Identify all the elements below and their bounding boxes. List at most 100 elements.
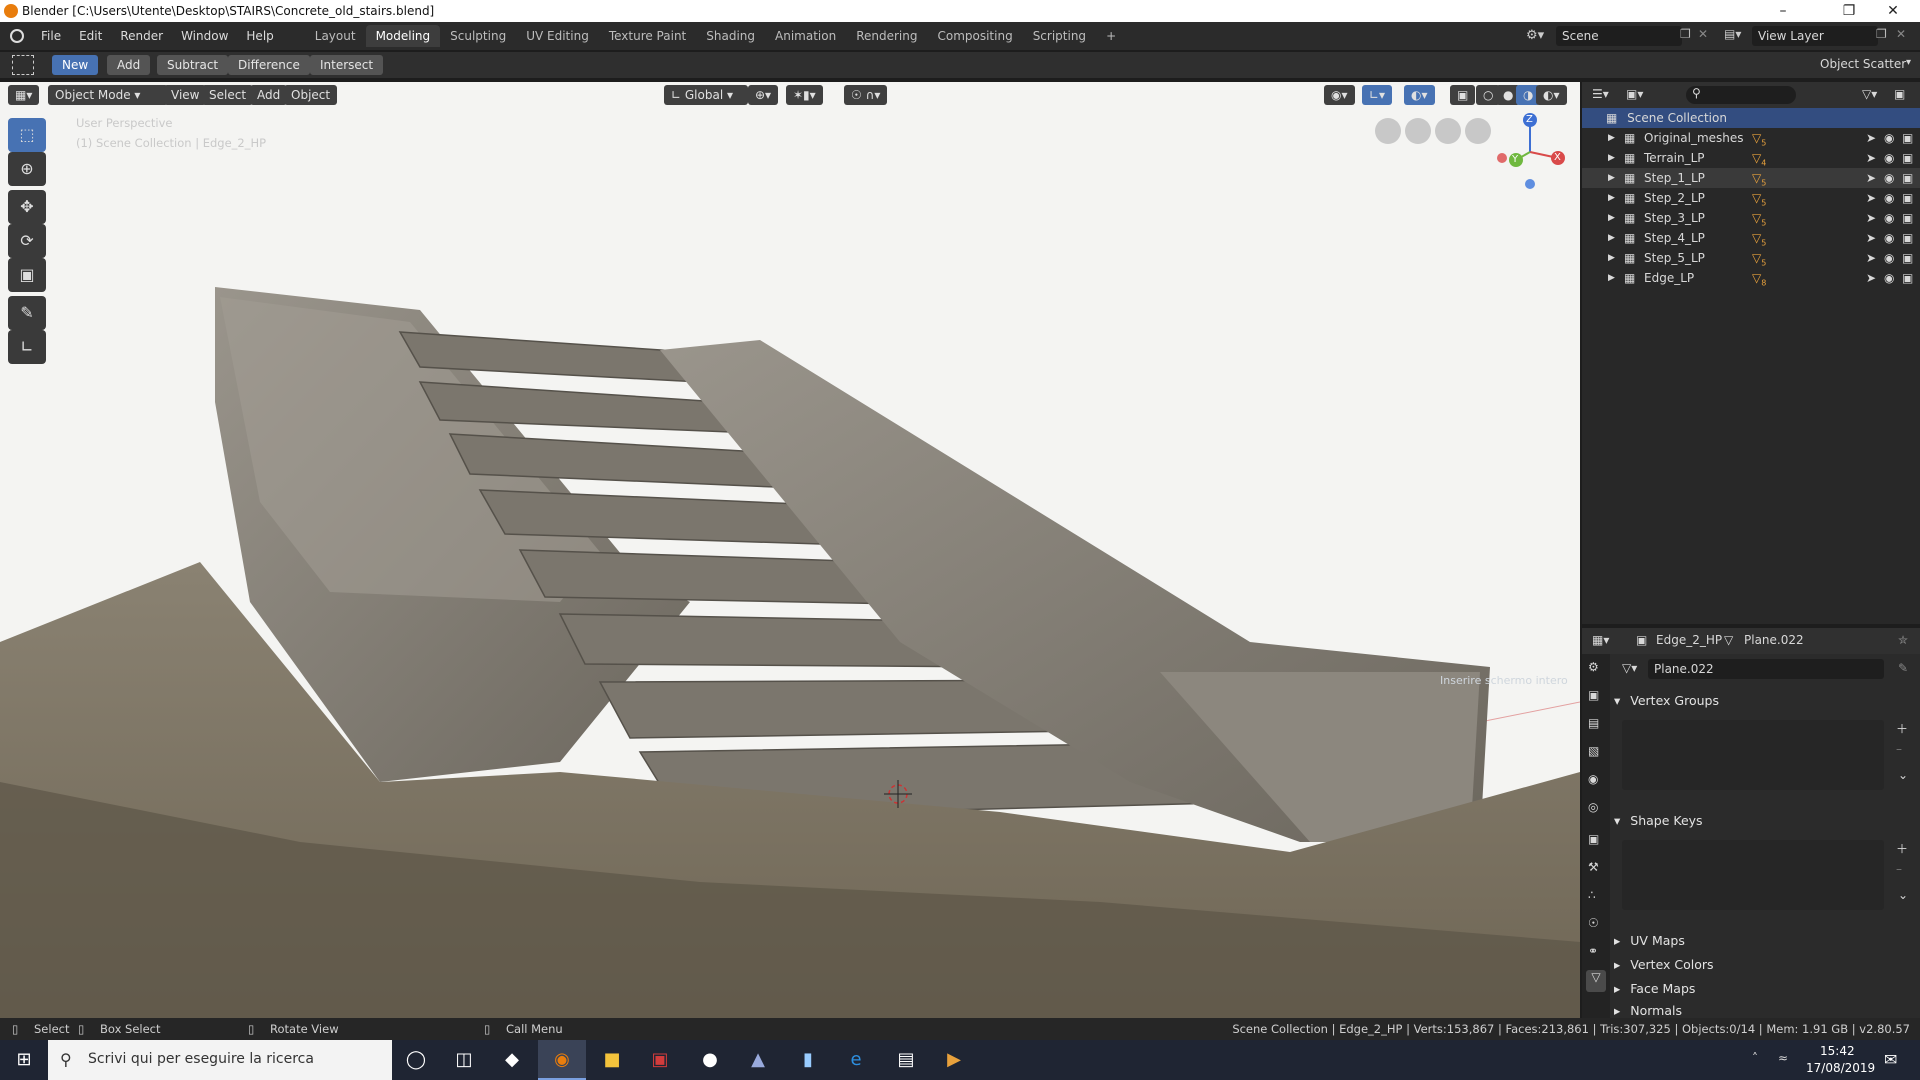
photo-app-icon[interactable]: ▲ [734,1040,782,1080]
vertex-groups-list[interactable] [1622,720,1884,790]
editor-type-icon[interactable]: ▦▾ [8,85,40,105]
object-scatter-menu[interactable]: Object Scatter [1820,57,1906,71]
measure-tool-icon[interactable]: ∟ [8,330,46,364]
3d-viewport[interactable]: User Perspective (1) Scene Collection | … [0,82,1580,1018]
object-tab-icon[interactable]: ▣ [1588,832,1599,846]
boolean-add-button[interactable]: Add [107,55,151,75]
shape-key-add-icon[interactable]: ＋ [1896,840,1908,857]
visibility-eye-icon[interactable]: ◉ [1884,268,1894,288]
tab-compositing[interactable]: Compositing [927,25,1022,47]
pivot-point-icon[interactable]: ⊕▾ [748,85,779,105]
uv-maps-panel-header[interactable]: ▸ UV Maps [1614,930,1914,952]
meshroom-app-icon[interactable]: ● [686,1040,734,1080]
selectable-toggle-icon[interactable]: ➤ [1866,148,1876,168]
selectable-toggle-icon[interactable]: ➤ [1866,128,1876,148]
visibility-eye-icon[interactable]: ◉ [1884,228,1894,248]
vertex-group-remove-icon[interactable]: – [1896,742,1902,756]
select-box-tool-icon[interactable]: ⬚ [8,118,46,152]
vertex-groups-panel-header[interactable]: ▾ Vertex Groups [1614,690,1914,712]
rotate-tool-icon[interactable]: ⟳ [8,224,46,258]
clock-time[interactable]: 15:42 [1820,1044,1855,1058]
tab-rendering[interactable]: Rendering [846,25,927,47]
expand-arrow-icon[interactable]: ▶ [1608,128,1615,148]
tab-layout[interactable]: Layout [305,25,366,47]
camera-view-icon[interactable] [1405,118,1431,144]
notes-app-icon[interactable]: ▮ [784,1040,832,1080]
expand-arrow-icon[interactable]: ▶ [1608,228,1615,248]
filter-view-icon[interactable]: ▣▾ [1626,87,1643,101]
rendered-shading-icon[interactable]: ◐▾ [1536,85,1567,105]
world-tab-icon[interactable]: ◎ [1588,800,1598,814]
outliner-item[interactable]: ▶ ▦ Step_2_LP ▽5 ➤ ◉ ▣ [1582,188,1920,208]
gizmo-toggle-icon[interactable]: ∟▾ [1362,85,1393,105]
filter-icon[interactable]: ▽▾ [1862,87,1877,101]
overlay-toggle-icon[interactable]: ◐▾ [1404,85,1435,105]
vertex-group-add-icon[interactable]: ＋ [1896,720,1908,737]
restore-button[interactable]: ❐ [1826,0,1872,22]
tab-texture-paint[interactable]: Texture Paint [599,25,696,47]
transform-orientation-dropdown[interactable]: ∟ Global ▾ [664,85,748,105]
new-collection-icon[interactable]: ▣ [1894,87,1905,101]
vertex-colors-panel-header[interactable]: ▸ Vertex Colors [1614,954,1914,976]
tab-uv-editing[interactable]: UV Editing [516,25,599,47]
menu-help[interactable]: Help [237,22,282,50]
render-tab-icon[interactable]: ▣ [1588,688,1599,702]
grid-view-icon[interactable] [1375,118,1401,144]
task-view-icon[interactable]: ◫ [440,1040,488,1080]
delete-scene-icon[interactable]: ✕ [1698,27,1708,41]
vertex-group-menu-icon[interactable]: ⌄ [1898,768,1908,782]
render-camera-icon[interactable]: ▣ [1902,188,1913,208]
mesh-datablock-icon[interactable]: ▽▾ [1622,661,1637,675]
tray-overflow-icon[interactable]: ˄ [1752,1051,1758,1065]
scene-tab-icon[interactable]: ◉ [1588,772,1598,786]
boolean-difference-button[interactable]: Difference [228,55,310,75]
boolean-intersect-button[interactable]: Intersect [310,55,384,75]
proportional-editing-icon[interactable]: ☉ ∩▾ [844,85,888,105]
outliner-item[interactable]: ▶ ▦ Original_meshes ▽5 ➤ ◉ ▣ [1582,128,1920,148]
view-menu[interactable]: View [164,85,207,105]
new-scene-icon[interactable]: ❐ [1680,27,1691,41]
menu-edit[interactable]: Edit [70,22,111,50]
expand-arrow-icon[interactable]: ▶ [1608,248,1615,268]
mesh-datablock-field[interactable]: Plane.022 [1648,659,1884,679]
view-layer-tab-icon[interactable]: ▧ [1588,744,1599,758]
network-icon[interactable]: ≈ [1778,1051,1788,1065]
xray-toggle-icon[interactable]: ▣ [1450,85,1476,105]
physics-tab-icon[interactable]: ☉ [1588,916,1599,930]
windows-start-icon[interactable]: ⊞ [0,1040,48,1080]
add-workspace-button[interactable]: + [1096,25,1126,47]
fake-user-icon[interactable]: ✎ [1898,661,1908,675]
constraints-tab-icon[interactable]: ⚭ [1588,944,1598,958]
visibility-eye-icon[interactable]: ◉ [1884,148,1894,168]
boolean-subtract-button[interactable]: Subtract [157,55,229,75]
output-tab-icon[interactable]: ▤ [1588,716,1599,730]
scene-icon[interactable]: ⚙▾ [1526,28,1544,43]
printer-app-icon[interactable]: ▤ [882,1040,930,1080]
selectable-toggle-icon[interactable]: ➤ [1866,168,1876,188]
properties-editor-icon[interactable]: ▦▾ [1592,633,1609,647]
visibility-eye-icon[interactable]: ◉ [1884,188,1894,208]
outliner-item[interactable]: ▶ ▦ Step_3_LP ▽5 ➤ ◉ ▣ [1582,208,1920,228]
outliner-search-input[interactable] [1686,86,1796,104]
active-tool-icon[interactable] [12,55,34,75]
visibility-icon[interactable]: ◉▾ [1324,85,1355,105]
clock-date[interactable]: 17/08/2019 [1806,1061,1875,1075]
expand-arrow-icon[interactable]: ▶ [1608,208,1615,228]
tab-sculpting[interactable]: Sculpting [440,25,516,47]
outliner-item[interactable]: ▶ ▦ Terrain_LP ▽4 ➤ ◉ ▣ [1582,148,1920,168]
snap-icon[interactable]: ✶▮▾ [786,85,823,105]
render-camera-icon[interactable]: ▣ [1902,168,1913,188]
zoom-icon[interactable] [1465,118,1491,144]
add-menu[interactable]: Add [250,85,288,105]
scene-field[interactable]: Scene [1556,26,1682,46]
menu-file[interactable]: File [32,22,70,50]
tab-shading[interactable]: Shading [696,25,765,47]
new-view-layer-icon[interactable]: ❐ [1876,27,1887,41]
render-camera-icon[interactable]: ▣ [1902,228,1913,248]
minimize-button[interactable]: – [1760,0,1806,22]
shape-key-menu-icon[interactable]: ⌄ [1898,888,1908,902]
tab-scripting[interactable]: Scripting [1023,25,1096,47]
pan-hand-icon[interactable] [1435,118,1461,144]
view-layer-icon[interactable]: ▤▾ [1724,27,1741,41]
notifications-icon[interactable]: ✉ [1884,1050,1897,1069]
